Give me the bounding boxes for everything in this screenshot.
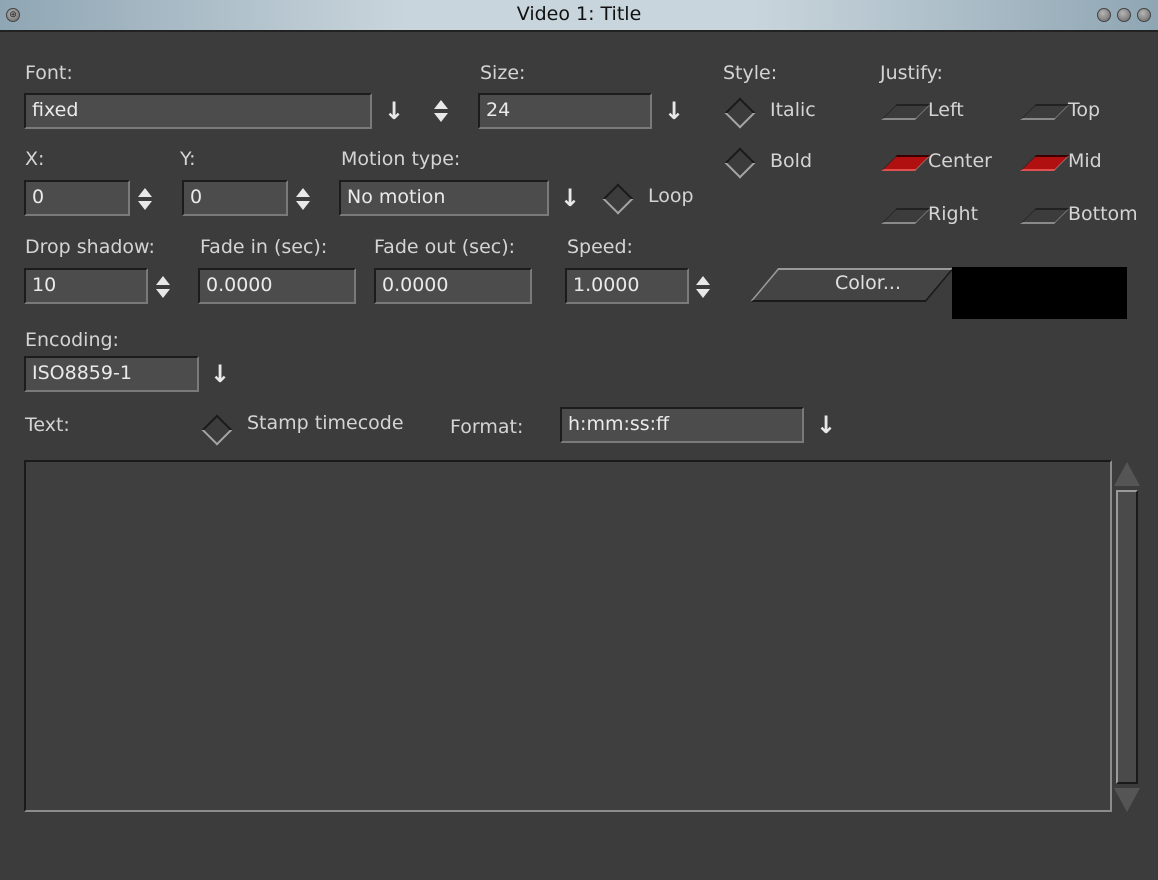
encoding-dropdown-arrow-icon[interactable]: ↓ <box>210 362 230 386</box>
justify-label: Justify: <box>880 62 943 84</box>
italic-checkbox[interactable] <box>724 97 756 129</box>
stamp-timecode-label: Stamp timecode <box>247 412 404 434</box>
encoding-field[interactable]: ISO8859-1 <box>24 356 199 392</box>
font-dropdown-arrow-icon[interactable]: ↓ <box>384 99 404 123</box>
close-icon[interactable] <box>1137 8 1151 22</box>
justify-left-label: Left <box>928 99 964 121</box>
justify-center-label: Center <box>928 150 992 172</box>
motion-dropdown-arrow-icon[interactable]: ↓ <box>560 186 580 210</box>
format-field[interactable]: h:mm:ss:ff <box>560 407 804 443</box>
fade-in-label: Fade in (sec): <box>200 236 328 258</box>
color-swatch <box>952 267 1127 319</box>
window-title: Video 1: Title <box>516 3 642 25</box>
bold-label: Bold <box>770 150 812 172</box>
justify-right-toggle[interactable] <box>881 208 931 224</box>
maximize-icon[interactable] <box>1117 8 1131 22</box>
y-label: Y: <box>180 148 196 170</box>
justify-center-toggle[interactable] <box>881 155 931 171</box>
color-button-label: Color... <box>835 272 901 294</box>
font-field[interactable]: fixed <box>24 93 372 129</box>
speed-spinner-icon[interactable] <box>696 276 710 298</box>
style-label: Style: <box>723 62 778 84</box>
size-field[interactable]: 24 <box>478 93 652 129</box>
x-field[interactable]: 0 <box>24 180 130 216</box>
title-text-area[interactable] <box>24 460 1112 812</box>
fade-in-field[interactable]: 0.0000 <box>198 268 356 304</box>
x-spinner-icon[interactable] <box>138 188 152 210</box>
y-field[interactable]: 0 <box>182 180 288 216</box>
drop-shadow-spinner-icon[interactable] <box>156 276 170 298</box>
y-spinner-icon[interactable] <box>296 188 310 210</box>
scroll-thumb[interactable] <box>1116 490 1138 784</box>
fade-out-field[interactable]: 0.0000 <box>374 268 532 304</box>
scroll-up-icon[interactable] <box>1114 462 1140 486</box>
drop-shadow-field[interactable]: 10 <box>24 268 148 304</box>
minimize-icon[interactable] <box>1097 8 1111 22</box>
justify-top-toggle[interactable] <box>1020 104 1070 120</box>
font-spinner-icon[interactable] <box>434 100 448 122</box>
loop-checkbox[interactable] <box>602 183 634 215</box>
text-label: Text: <box>25 414 70 436</box>
fade-out-label: Fade out (sec): <box>374 236 516 258</box>
size-label: Size: <box>480 62 526 84</box>
format-label: Format: <box>450 416 524 438</box>
encoding-label: Encoding: <box>25 329 119 351</box>
justify-left-toggle[interactable] <box>881 104 931 120</box>
motion-type-label: Motion type: <box>341 148 461 170</box>
justify-bottom-label: Bottom <box>1068 203 1138 225</box>
bold-checkbox[interactable] <box>724 147 756 179</box>
loop-label: Loop <box>648 185 694 207</box>
stamp-timecode-checkbox[interactable] <box>201 414 233 446</box>
justify-mid-label: Mid <box>1068 150 1102 172</box>
justify-top-label: Top <box>1068 99 1101 121</box>
italic-label: Italic <box>770 99 816 121</box>
size-dropdown-arrow-icon[interactable]: ↓ <box>664 99 684 123</box>
justify-mid-toggle[interactable] <box>1020 155 1070 171</box>
motion-type-field[interactable]: No motion <box>339 180 549 216</box>
scroll-down-icon[interactable] <box>1114 788 1140 812</box>
drop-shadow-label: Drop shadow: <box>25 236 155 258</box>
speed-field[interactable]: 1.0000 <box>565 268 689 304</box>
font-label: Font: <box>25 62 73 84</box>
format-dropdown-arrow-icon[interactable]: ↓ <box>816 413 836 437</box>
speed-label: Speed: <box>567 236 633 258</box>
window-titlebar[interactable]: ⊕ Video 1: Title <box>0 0 1158 32</box>
x-label: X: <box>25 148 45 170</box>
justify-bottom-toggle[interactable] <box>1020 208 1070 224</box>
justify-right-label: Right <box>928 203 979 225</box>
